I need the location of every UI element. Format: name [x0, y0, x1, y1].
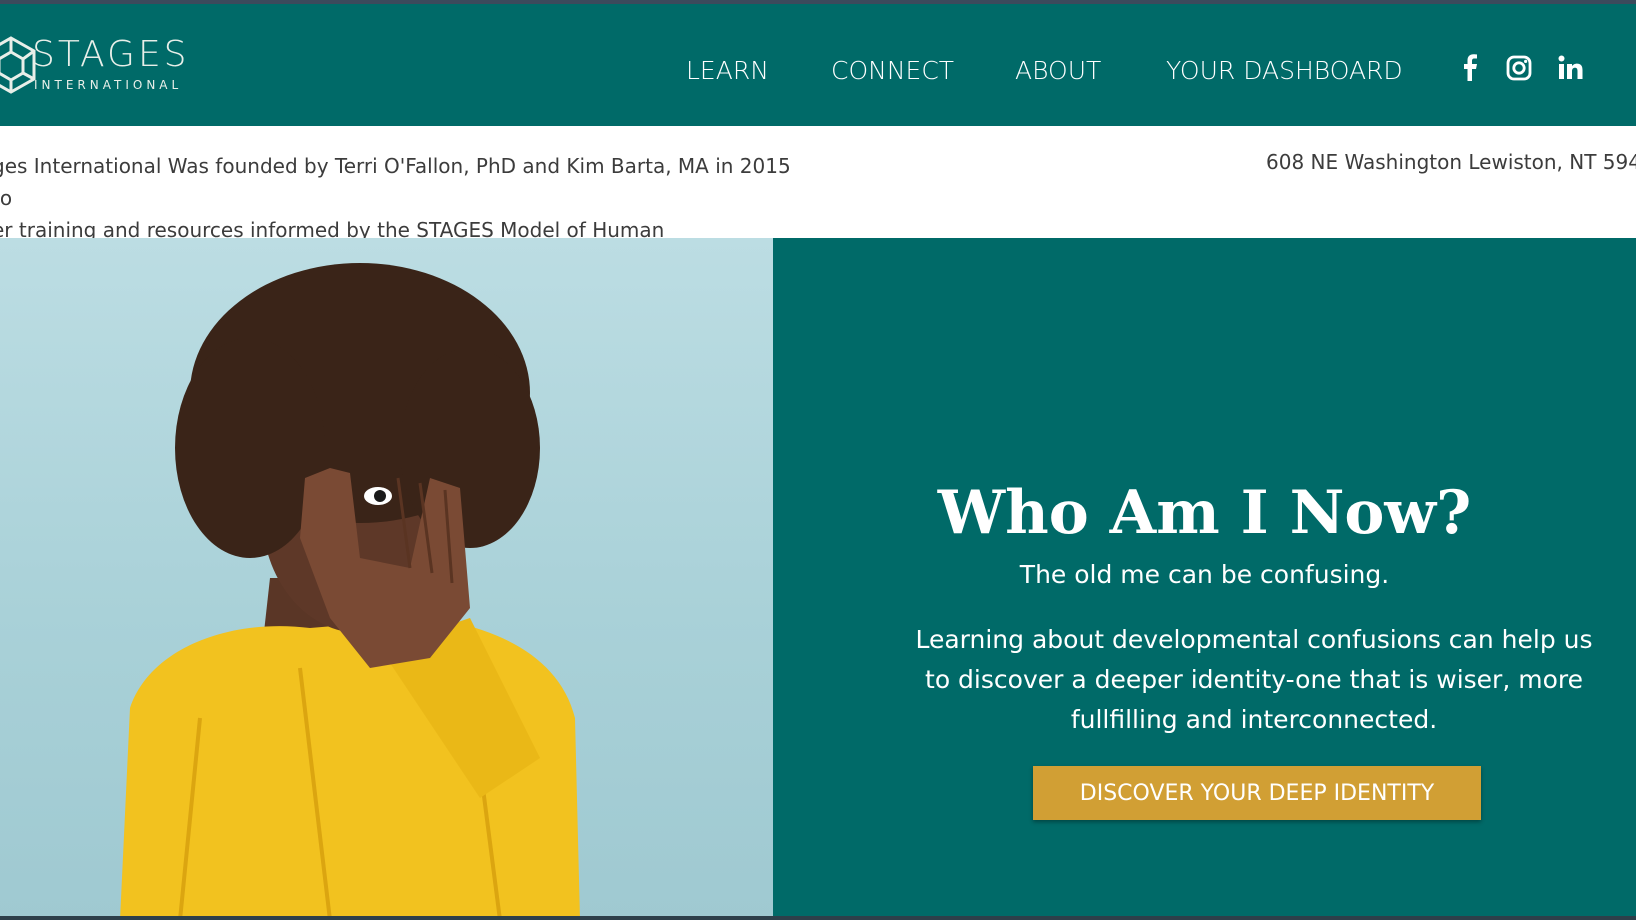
linkedin-icon[interactable] [1557, 54, 1585, 82]
browser-bottom-edge [0, 916, 1636, 920]
nav-your-dashboard[interactable]: YOUR DASHBOARD [1166, 56, 1403, 85]
site-header: STAGES INTERNATIONAL LEARN CONNECT ABOUT… [0, 4, 1636, 126]
nav-connect[interactable]: CONNECT [831, 56, 954, 85]
instagram-icon[interactable] [1505, 54, 1533, 82]
nav-about[interactable]: ABOUT [1015, 56, 1101, 85]
hero-description: Learning about developmental confusions … [915, 625, 1593, 734]
facebook-icon[interactable] [1456, 54, 1484, 82]
person-covering-face-illustration [120, 263, 580, 920]
hero-subtitle: The old me can be confusing. [1019, 560, 1390, 589]
hero-content: Who Am I Now? The old me can be confusin… [773, 238, 1636, 920]
address: 608 NE Washington Lewiston, NT 59457 [1266, 150, 1636, 174]
main-nav: LEARN CONNECT ABOUT YOUR DASHBOARD [0, 56, 1636, 96]
nav-learn[interactable]: LEARN [686, 56, 769, 85]
hero-photo [0, 238, 773, 920]
discover-identity-button[interactable]: DISCOVER YOUR DEEP IDENTITY [1033, 766, 1481, 820]
hero-title: Who Am I Now? [937, 478, 1472, 548]
info-band: ges International Was founded by Terri O… [0, 126, 1636, 274]
